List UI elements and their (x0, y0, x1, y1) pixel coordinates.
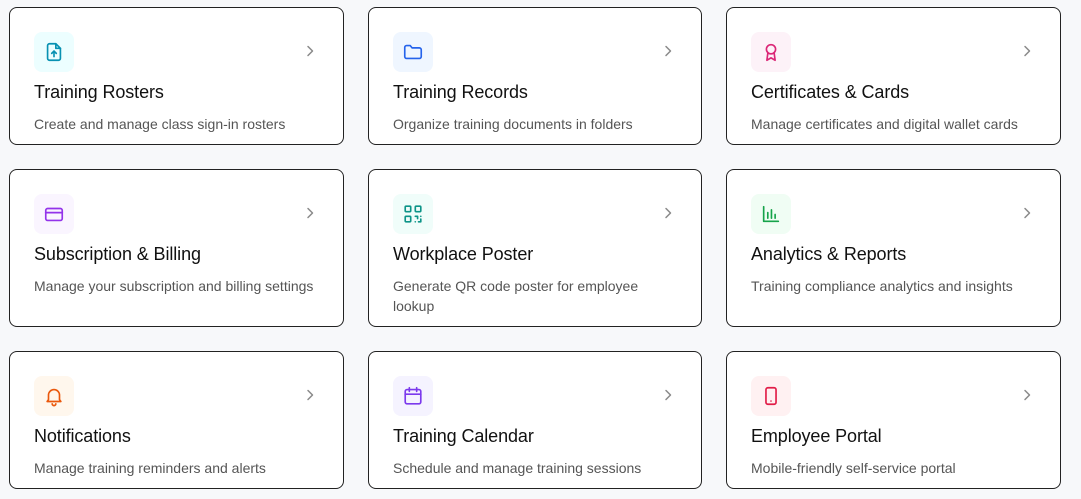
chevron-right-icon (661, 388, 675, 402)
card-title: Employee Portal (751, 426, 882, 446)
card-title: Workplace Poster (393, 244, 534, 264)
award-icon (751, 32, 791, 72)
chevron-right-icon (1020, 206, 1034, 220)
chevron-right-icon (303, 388, 317, 402)
smartphone-icon (751, 376, 791, 416)
card-notifications[interactable]: Notifications Manage training reminders … (9, 351, 344, 489)
card-description: Manage training reminders and alerts (34, 460, 266, 476)
card-description: Organize training documents in folders (393, 116, 633, 132)
card-description: Manage certificates and digital wallet c… (751, 116, 1018, 132)
chevron-right-icon (1020, 44, 1034, 58)
file-upload-icon (34, 32, 74, 72)
card-description: Generate QR code poster for employee loo… (393, 278, 639, 314)
chevron-right-icon (303, 206, 317, 220)
card-description: Mobile-friendly self-service portal (751, 460, 956, 476)
card-employee-portal[interactable]: Employee Portal Mobile-friendly self-ser… (726, 351, 1061, 489)
card-title: Certificates & Cards (751, 82, 910, 102)
card-training-rosters[interactable]: Training Rosters Create and manage class… (9, 7, 344, 145)
card-description: Create and manage class sign-in rosters (34, 116, 286, 132)
folder-icon (393, 32, 433, 72)
bell-icon (34, 376, 74, 416)
card-title: Analytics & Reports (751, 244, 907, 264)
card-certificates-cards[interactable]: Certificates & Cards Manage certificates… (726, 7, 1061, 145)
card-workplace-poster[interactable]: Workplace Poster Generate QR code poster… (368, 169, 702, 327)
card-training-records[interactable]: Training Records Organize training docum… (368, 7, 702, 145)
card-description: Manage your subscription and billing set… (34, 278, 314, 294)
credit-card-icon (34, 194, 74, 234)
card-title: Training Calendar (393, 426, 534, 446)
chevron-right-icon (303, 44, 317, 58)
card-subscription-billing[interactable]: Subscription & Billing Manage your subsc… (9, 169, 344, 327)
card-description: Schedule and manage training sessions (393, 460, 642, 476)
card-title: Notifications (34, 426, 131, 446)
card-analytics-reports[interactable]: Analytics & Reports Training compliance … (726, 169, 1061, 327)
card-title: Subscription & Billing (34, 244, 201, 264)
chevron-right-icon (661, 44, 675, 58)
qr-code-icon (393, 194, 433, 234)
card-title: Training Rosters (34, 82, 164, 102)
card-title: Training Records (393, 82, 528, 102)
card-training-calendar[interactable]: Training Calendar Schedule and manage tr… (368, 351, 702, 489)
calendar-icon (393, 376, 433, 416)
card-description: Training compliance analytics and insigh… (751, 278, 1013, 294)
bar-chart-icon (751, 194, 791, 234)
chevron-right-icon (1020, 388, 1034, 402)
chevron-right-icon (661, 206, 675, 220)
